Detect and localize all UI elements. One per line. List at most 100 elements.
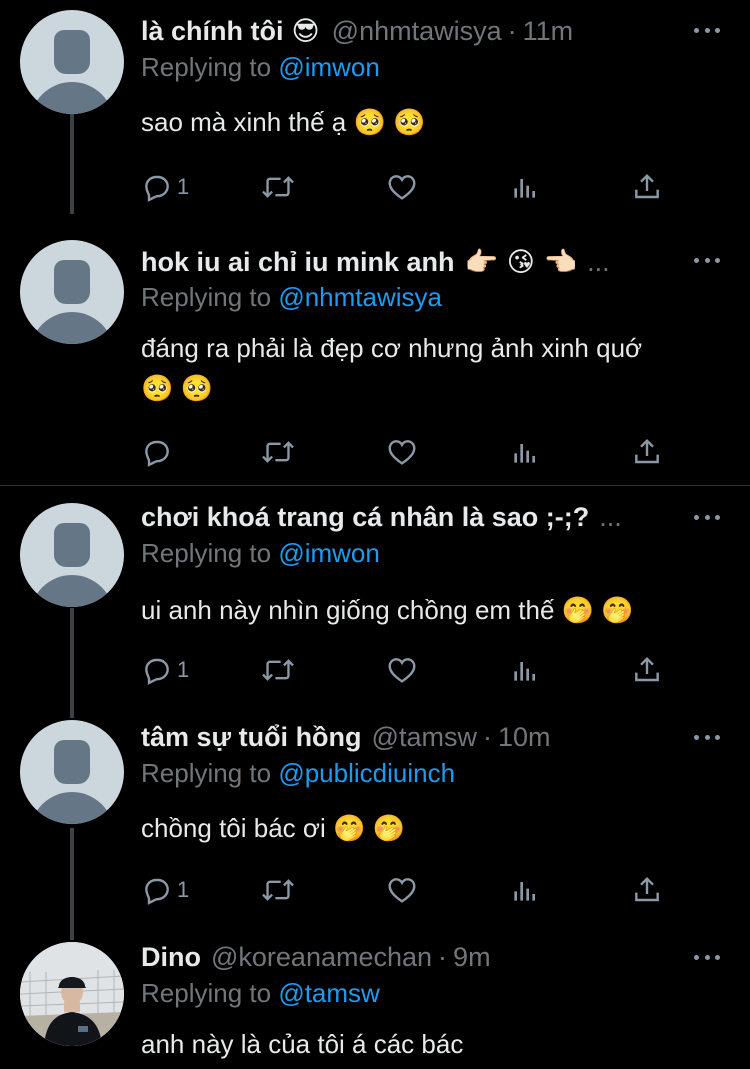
more-dots-icon[interactable] [694, 28, 720, 36]
tweet-actions: 1 [141, 654, 661, 686]
replying-to: Replying to @publicdiuinch [141, 758, 731, 792]
more-dots-icon[interactable] [694, 258, 720, 266]
tweet-header: tâm sự tuổi hồng @tamsw · 10m [141, 722, 731, 756]
tweet-actions: 1 [141, 171, 661, 203]
views-button[interactable] [509, 654, 541, 686]
reply-button[interactable]: 1 [141, 171, 189, 203]
replying-to-label: Replying to [141, 978, 279, 1008]
replying-to: Replying to @tamsw [141, 978, 731, 1012]
share-icon [635, 438, 659, 464]
retweet-button[interactable] [261, 171, 295, 203]
thread-line [70, 828, 74, 940]
display-name[interactable]: là chính tôi [141, 16, 284, 47]
separator-dot: · [482, 722, 492, 752]
views-button[interactable] [509, 171, 541, 203]
more-dots-icon[interactable] [694, 735, 720, 743]
timestamp[interactable]: 11m [523, 16, 574, 47]
share-icon [635, 173, 659, 199]
tweet-text: anh này là của tôi á các bác [141, 1024, 731, 1064]
replying-to: Replying to @imwon [141, 52, 731, 86]
tweet-text-line: sao mà xinh thế ạ 🥺 🥺 [141, 107, 426, 137]
user-handle[interactable]: @tamsw [372, 722, 477, 753]
share-button[interactable] [631, 654, 663, 686]
replying-to-mention[interactable]: @imwon [278, 52, 380, 82]
replying-to-label: Replying to [141, 758, 279, 788]
reply-button[interactable] [141, 436, 177, 468]
analytics-icon [514, 882, 535, 901]
avatar-photo[interactable] [20, 942, 124, 1046]
reply-count: 1 [177, 657, 190, 682]
retweet-button[interactable] [261, 436, 295, 468]
like-button[interactable] [386, 171, 418, 203]
analytics-icon [514, 444, 535, 463]
replying-to-mention[interactable]: @publicdiuinch [278, 758, 455, 788]
display-name[interactable]: Dino [141, 942, 201, 973]
analytics-icon [514, 179, 535, 198]
tweet[interactable]: Dino @koreanamechan · 9m Replying to @ta… [141, 942, 731, 1064]
tweet-actions: 1 [141, 874, 661, 906]
avatar[interactable] [20, 240, 124, 344]
avatar[interactable] [20, 503, 124, 607]
share-button[interactable] [631, 874, 663, 906]
retweet-button[interactable] [261, 654, 295, 686]
heart-icon [388, 658, 416, 683]
tweet-text: chồng tôi bác ơi 🤭 🤭 [141, 808, 731, 848]
tweet-text: đáng ra phải là đẹp cơ nhưng ảnh xinh qu… [141, 328, 731, 408]
retweet-icon [262, 176, 294, 198]
reply-icon [145, 658, 169, 685]
thread-line [70, 114, 74, 214]
tweet-text: sao mà xinh thế ạ 🥺 🥺 [141, 102, 731, 142]
reply-icon [145, 440, 169, 467]
thread-line [70, 608, 74, 718]
heart-icon [388, 440, 416, 465]
like-button[interactable] [386, 436, 418, 468]
reply-button[interactable]: 1 [141, 874, 189, 906]
share-icon [635, 876, 659, 902]
display-name[interactable]: hok iu ai chỉ iu mink anh [141, 247, 455, 278]
user-handle[interactable]: @nhmtawisya [332, 16, 502, 47]
replying-to: Replying to @nhmtawisya [141, 282, 731, 316]
tweet-text-line: đáng ra phải là đẹp cơ nhưng ảnh xinh qu… [141, 333, 643, 363]
tweet[interactable]: tâm sự tuổi hồng @tamsw · 10m Replying t… [141, 722, 731, 848]
user-handle[interactable]: @koreanamechan [211, 942, 432, 973]
replying-to-label: Replying to [141, 538, 279, 568]
display-name[interactable]: tâm sự tuổi hồng [141, 722, 362, 753]
replying-to-label: Replying to [141, 282, 279, 312]
display-name-emoji: 👉🏻 😘 👈🏻 [464, 247, 578, 278]
views-button[interactable] [509, 874, 541, 906]
tweet-header: Dino @koreanamechan · 9m [141, 942, 731, 976]
timestamp[interactable]: 9m [453, 942, 491, 973]
replying-to-mention[interactable]: @tamsw [278, 978, 380, 1008]
reply-button[interactable]: 1 [141, 654, 189, 686]
avatar[interactable] [20, 10, 124, 114]
tweet-text: ui anh này nhìn giống chồng em thế 🤭 🤭 [141, 590, 731, 630]
display-name[interactable]: chơi khoá trang cá nhân là sao ;-;? [141, 502, 589, 533]
replying-to-mention[interactable]: @imwon [278, 538, 380, 568]
retweet-icon [262, 441, 294, 463]
replying-to-mention[interactable]: @nhmtawisya [278, 282, 442, 312]
tweet[interactable]: hok iu ai chỉ iu mink anh 👉🏻 😘 👈🏻 ... Re… [141, 246, 731, 408]
tweet-header: chơi khoá trang cá nhân là sao ;-;? ... [141, 502, 731, 536]
views-button[interactable] [509, 436, 541, 468]
replying-to: Replying to @imwon [141, 538, 731, 572]
retweet-icon [262, 879, 294, 901]
timestamp[interactable]: 10m [498, 722, 551, 753]
tweet[interactable]: chơi khoá trang cá nhân là sao ;-;? ... … [141, 502, 731, 630]
like-button[interactable] [386, 874, 418, 906]
retweet-icon [262, 659, 294, 681]
avatar[interactable] [20, 720, 124, 824]
tweet-header: hok iu ai chỉ iu mink anh 👉🏻 😘 👈🏻 ... [141, 246, 731, 280]
reply-icon [145, 175, 169, 202]
more-dots-icon[interactable] [694, 955, 720, 963]
more-dots-icon[interactable] [694, 515, 720, 523]
retweet-button[interactable] [261, 874, 295, 906]
reply-count: 1 [177, 877, 190, 902]
reply-icon [145, 878, 169, 905]
like-button[interactable] [386, 654, 418, 686]
share-button[interactable] [631, 171, 663, 203]
share-button[interactable] [631, 436, 663, 468]
display-name-emoji: 😎 [291, 16, 320, 47]
analytics-icon [514, 662, 535, 681]
tweet[interactable]: là chính tôi 😎 @nhmtawisya · 11m Replyin… [141, 16, 731, 142]
tweet-text-line: anh này là của tôi á các bác [141, 1029, 464, 1059]
